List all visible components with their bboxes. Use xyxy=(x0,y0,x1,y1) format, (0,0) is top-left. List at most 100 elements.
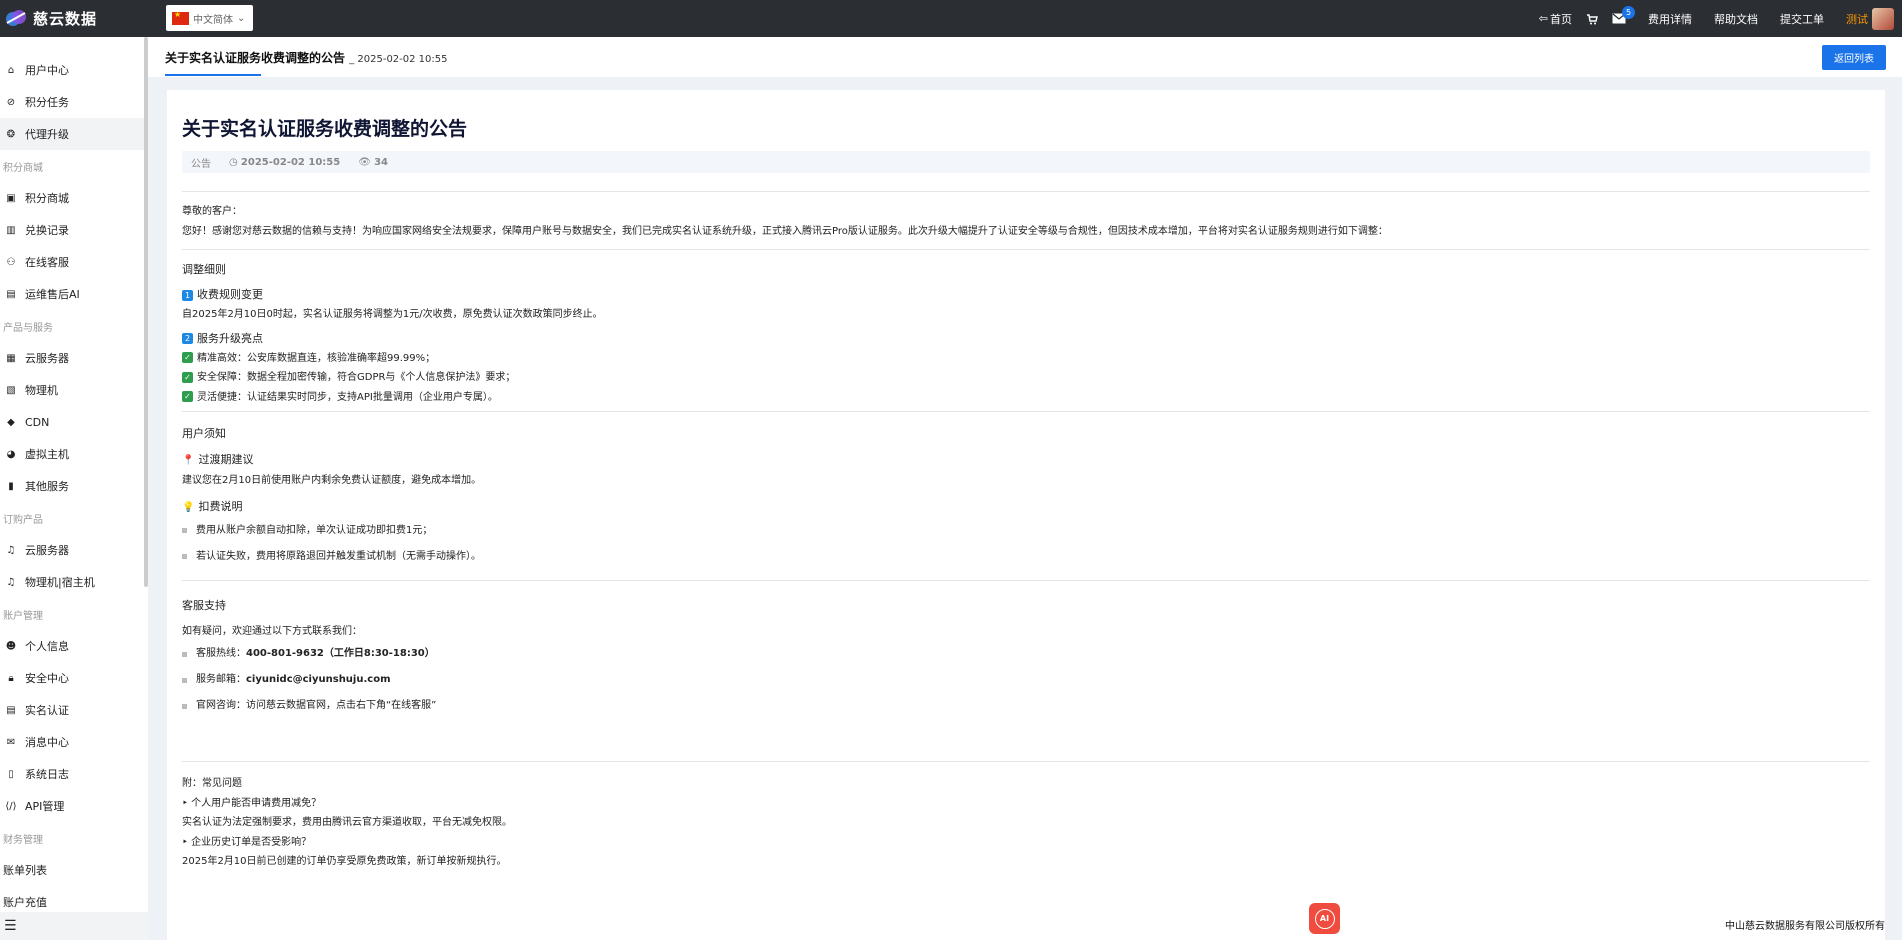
mail-button[interactable]: 5 xyxy=(1612,6,1635,24)
language-label: 中文简体 xyxy=(193,14,233,26)
sidebar-item[interactable]: ▤ 实名认证 xyxy=(0,694,148,726)
language-select[interactable]: 中文简体 ⌄ xyxy=(166,5,253,31)
book-icon: ▥ xyxy=(6,224,16,236)
back-to-list-button[interactable]: 返回列表 xyxy=(1822,45,1886,70)
menu-icon: ☰ xyxy=(4,918,17,934)
footer-copyright: 中山慈云数据服务有限公司版权所有 xyxy=(1725,921,1885,932)
sidebar-item-label: 积分商城 xyxy=(25,192,69,205)
ai-assistant-button[interactable]: AI xyxy=(1309,903,1340,934)
sidebar-item-label: 账单列表 xyxy=(3,864,47,877)
sidebar-scrollbar[interactable] xyxy=(144,37,148,587)
transition-heading: 📍 过渡期建议 xyxy=(182,450,1870,471)
ticket-link[interactable]: 提交工单 xyxy=(1780,11,1824,27)
sidebar-item[interactable]: ♫ 物理机|宿主机 xyxy=(0,566,148,598)
highlight-item: ✓ 安全保障：数据全程加密传输，符合GDPR与《个人信息保护法》要求； xyxy=(182,368,1870,388)
email-value[interactable]: ciyunidc@ciyunshuju.com xyxy=(246,667,391,693)
support-intro: 如有疑问，欢迎通过以下方式联系我们： xyxy=(182,625,362,637)
help-link[interactable]: 帮助文档 xyxy=(1714,11,1758,27)
sidebar-item-label: 实名认证 xyxy=(25,704,69,717)
highlight-item: ✓ 灵活便捷：认证结果实时同步，支持API批量调用（企业用户专属）。 xyxy=(182,388,1870,408)
sidebar-item-label: 兑换记录 xyxy=(25,224,69,237)
sidebar-item-label: 积分任务 xyxy=(25,96,69,109)
sidebar-item[interactable]: ♫ 云服务器 xyxy=(0,534,148,566)
sidebar-item[interactable]: ◕ 虚拟主机 xyxy=(0,438,148,470)
tab-underline xyxy=(165,74,261,76)
faq-question: ‣ 企业历史订单是否受影响？ xyxy=(182,836,312,848)
list-item: 客服热线： 400-801-9632（工作日8:30-18:30） xyxy=(182,641,1870,667)
sidebar-item[interactable]: ◆ CDN xyxy=(0,406,148,438)
ai-icon: ▤ xyxy=(6,288,16,300)
sidebar-item[interactable]: ▧ 物理机 xyxy=(0,374,148,406)
list-item: 费用从账户余额自动扣除，单次认证成功即扣费1元； xyxy=(182,518,1870,544)
doc-icon: ▮ xyxy=(8,480,14,492)
sidebar-item[interactable]: ⟨/⟩ API管理 xyxy=(0,790,148,822)
sidebar-item-label: API管理 xyxy=(25,800,65,813)
sidebar-group-label: 财务管理 xyxy=(3,834,43,846)
brand-logo[interactable]: 慈云数据 xyxy=(4,6,97,30)
sidebar-item[interactable]: ✉ 消息中心 xyxy=(0,726,148,758)
sidebar-item[interactable]: ▮ 其他服务 xyxy=(0,470,148,502)
sidebar-item[interactable]: ▦ 云服务器 xyxy=(0,342,148,374)
cdn-icon: ◆ xyxy=(7,416,15,428)
lightbulb-icon: 💡 xyxy=(182,501,195,513)
tab-title: 关于实名认证服务收费调整的公告 xyxy=(165,51,346,65)
greeting: 尊敬的客户： xyxy=(182,206,242,217)
billing-link[interactable]: 费用详情 xyxy=(1648,11,1692,27)
sidebar-item[interactable]: 🔒︎ 安全中心 xyxy=(0,662,148,694)
sidebar-item[interactable]: ⌂ 用户中心 xyxy=(0,54,148,86)
sidebar-item-label: 安全中心 xyxy=(25,672,69,685)
sidebar-item-label: 其他服务 xyxy=(25,480,69,493)
article-category: 公告 xyxy=(191,158,211,170)
upgrade-highlights-heading: 2 服务升级亮点 xyxy=(182,329,1870,349)
upgrade-icon: ❂ xyxy=(6,128,16,140)
tab-active[interactable]: 关于实名认证服务收费调整的公告 _ 2025-02-02 10:55 xyxy=(165,49,448,66)
section-notice-title: 用户须知 xyxy=(182,427,226,440)
sidebar-item[interactable]: ▤ 运维售后AI xyxy=(0,278,148,310)
flag-pin-icon: 📍 xyxy=(182,455,195,466)
sidebar-item-label: 物理机 xyxy=(25,384,58,397)
top-bar: 慈云数据 中文简体 ⌄ ⇦ 首页 5 费用详情 帮助文档 提交工单 测试 xyxy=(0,0,1902,37)
grid-icon: ▦ xyxy=(6,352,16,364)
list-item: 服务邮箱： ciyunidc@ciyunshuju.com xyxy=(182,667,1870,693)
hotline-label: 客服热线： xyxy=(196,648,246,659)
sidebar-item[interactable]: ▥ 兑换记录 xyxy=(0,214,148,246)
email-label: 服务邮箱： xyxy=(196,674,246,685)
logo-icon xyxy=(6,10,26,26)
support-icon: ⚇ xyxy=(6,256,16,268)
cart-button[interactable] xyxy=(1586,13,1598,25)
sidebar-item[interactable]: ⚇ 在线客服 xyxy=(0,246,148,278)
user-name[interactable]: 测试 xyxy=(1846,11,1868,27)
rule-change-label: 收费规则变更 xyxy=(197,288,263,301)
highlight-item: ✓ 精准高效：公安库数据直连，核验准确率超99.99%； xyxy=(182,349,1870,369)
sidebar-item[interactable]: ❂ 代理升级 xyxy=(0,118,148,150)
tab-bar: 关于实名认证服务收费调整的公告 _ 2025-02-02 10:55 返回列表 xyxy=(148,37,1902,77)
sidebar-item[interactable]: 账单列表 xyxy=(0,854,148,886)
rule-change-heading: 1 收费规则变更 xyxy=(182,285,1870,305)
sidebar-group-label: 订购产品 xyxy=(3,514,43,526)
article-time: ◷ 2025-02-02 10:55 xyxy=(229,157,340,168)
highlight-text: 精准高效：公安库数据直连，核验准确率超99.99%； xyxy=(197,352,436,364)
avatar[interactable] xyxy=(1872,7,1894,30)
article-panel: 关于实名认证服务收费调整的公告 公告 ◷ 2025-02-02 10:55 👁 … xyxy=(167,90,1885,940)
highlight-text: 安全保障：数据全程加密传输，符合GDPR与《个人信息保护法》要求； xyxy=(197,372,516,383)
rule-change-text: 自2025年2月10日0时起，实名认证服务将调整为1元/次收费，原免费认证次数政… xyxy=(182,309,603,320)
sidebar-item-label: 消息中心 xyxy=(25,736,69,749)
sidebar-item[interactable]: ▣ 积分商城 xyxy=(0,182,148,214)
sidebar-group-label: 产品与服务 xyxy=(3,322,53,334)
sidebar-item-label: 个人信息 xyxy=(25,640,69,653)
sidebar-group-label: 积分商城 xyxy=(3,162,43,174)
sidebar-item-label: 代理升级 xyxy=(25,128,69,141)
sidebar-item[interactable]: ▯ 系统日志 xyxy=(0,758,148,790)
brand-name: 慈云数据 xyxy=(33,9,98,28)
home-icon: ⌂ xyxy=(7,64,15,76)
transition-text: 建议您在2月10日前使用账户内剩余免费认证额度，避免成本增加。 xyxy=(182,475,482,486)
home-link[interactable]: ⇦ 首页 xyxy=(1539,11,1572,27)
code-icon: ⟨/⟩ xyxy=(5,800,17,812)
sidebar-toggle[interactable]: ☰ xyxy=(0,912,148,940)
sidebar-item-label: 用户中心 xyxy=(25,64,69,77)
sidebar-item[interactable]: ☻ 个人信息 xyxy=(0,630,148,662)
sidebar-item[interactable]: ⊘ 积分任务 xyxy=(0,86,148,118)
faq-question: ‣ 个人用户能否申请费用减免？ xyxy=(182,797,322,809)
chevron-down-icon: ⌄ xyxy=(237,12,246,24)
sidebar-group-label: 账户管理 xyxy=(3,610,43,622)
